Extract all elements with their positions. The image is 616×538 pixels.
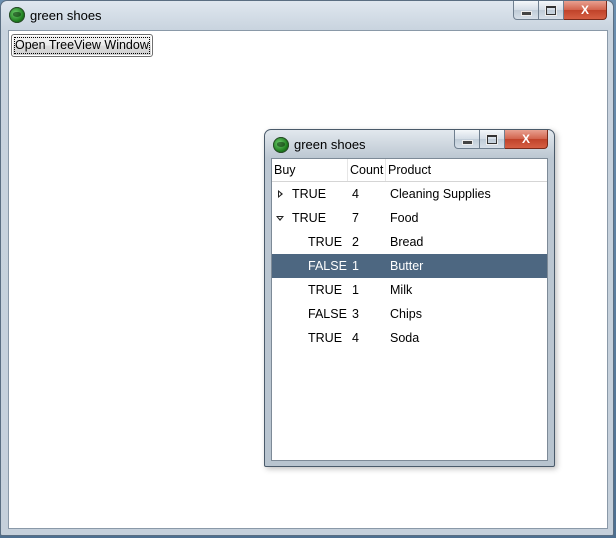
- close-icon: X: [521, 132, 530, 146]
- cell-count: 3: [352, 307, 359, 321]
- cell-buy: FALSE: [308, 307, 347, 321]
- tree-row[interactable]: TRUE 4 Cleaning Supplies: [272, 182, 547, 206]
- cell-product: Milk: [390, 283, 413, 297]
- main-window-title: green shoes: [30, 8, 102, 23]
- tree-rows: TRUE 4 Cleaning Supplies TRUE 7 Food TRUE 2 Brea…: [272, 182, 547, 350]
- main-caption-buttons: X: [513, 1, 607, 20]
- minimize-icon: [520, 10, 532, 16]
- minimize-icon: [461, 139, 473, 145]
- close-button[interactable]: X: [505, 130, 548, 149]
- maximize-icon: [546, 5, 556, 15]
- tree-row[interactable]: FALSE 3 Chips: [272, 302, 547, 326]
- tree-row[interactable]: TRUE 4 Soda: [272, 326, 547, 350]
- cell-product: Butter: [390, 259, 424, 273]
- cell-count: 4: [352, 187, 359, 201]
- cell-product: Food: [390, 211, 419, 225]
- maximize-icon: [487, 134, 497, 144]
- close-icon: X: [580, 3, 589, 17]
- collapse-arrow-icon[interactable]: [276, 206, 286, 230]
- tree-row[interactable]: TRUE 1 Milk: [272, 278, 547, 302]
- minimize-button[interactable]: [513, 1, 539, 20]
- cell-count: 1: [352, 259, 359, 273]
- cell-count: 4: [352, 331, 359, 345]
- cell-product: Bread: [390, 235, 424, 249]
- cell-buy: FALSE: [308, 259, 347, 273]
- open-treeview-window-button[interactable]: Open TreeView Window: [11, 34, 153, 57]
- cell-buy: TRUE: [308, 283, 343, 297]
- tree-view[interactable]: Buy Count Product TRUE 4 Cleaning Supplies…: [271, 158, 548, 461]
- app-icon: [273, 137, 289, 153]
- minimize-button[interactable]: [454, 130, 480, 149]
- column-header-product[interactable]: Product: [386, 159, 547, 181]
- cell-buy: TRUE: [308, 331, 343, 345]
- maximize-button[interactable]: [539, 1, 564, 20]
- treeview-caption-buttons: X: [454, 130, 548, 149]
- tree-header: Buy Count Product: [272, 159, 547, 182]
- cell-count: 2: [352, 235, 359, 249]
- cell-count: 7: [352, 211, 359, 225]
- cell-buy: TRUE: [292, 211, 327, 225]
- tree-row[interactable]: TRUE 2 Bread: [272, 230, 547, 254]
- close-button[interactable]: X: [564, 1, 607, 20]
- treeview-window: green shoes X Buy Count Product TRUE 4 Cle…: [264, 129, 555, 467]
- tree-row[interactable]: FALSE 1 Butter: [272, 254, 547, 278]
- cell-buy: TRUE: [308, 235, 343, 249]
- cell-product: Cleaning Supplies: [390, 187, 491, 201]
- treeview-window-title: green shoes: [294, 137, 366, 152]
- maximize-button[interactable]: [480, 130, 505, 149]
- column-header-count[interactable]: Count: [348, 159, 386, 181]
- treeview-titlebar[interactable]: green shoes X: [265, 130, 554, 157]
- cell-buy: TRUE: [292, 187, 327, 201]
- app-icon: [9, 7, 25, 23]
- column-header-buy[interactable]: Buy: [272, 159, 348, 181]
- triangle-down-icon: [276, 216, 284, 221]
- triangle-right-icon: [278, 190, 283, 198]
- main-titlebar[interactable]: green shoes X: [1, 1, 613, 29]
- cell-count: 1: [352, 283, 359, 297]
- tree-row[interactable]: TRUE 7 Food: [272, 206, 547, 230]
- cell-product: Chips: [390, 307, 422, 321]
- cell-product: Soda: [390, 331, 420, 345]
- expand-arrow-icon[interactable]: [276, 182, 286, 206]
